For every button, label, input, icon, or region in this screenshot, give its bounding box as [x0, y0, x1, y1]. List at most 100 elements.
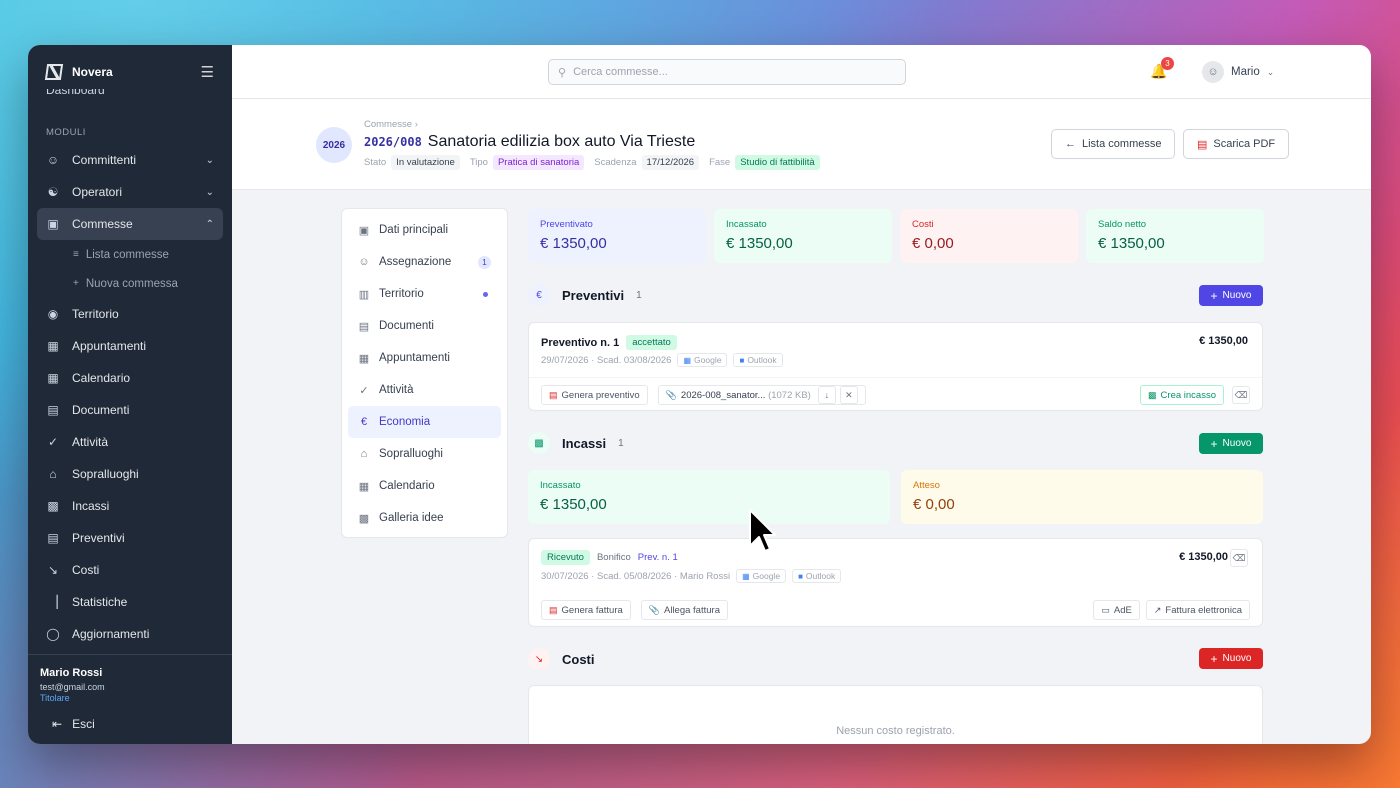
stat-label: Incassato	[540, 480, 581, 491]
status-badge: accettato	[626, 335, 677, 350]
google-calendar-tag[interactable]: ▦ Google	[677, 353, 728, 367]
sidebar-item-incassi[interactable]: ▩ Incassi	[28, 490, 232, 522]
sidebar-item-committenti[interactable]: ☺ Committenti ⌄	[28, 144, 232, 176]
sidebar-item-documenti[interactable]: ▤ Documenti	[28, 394, 232, 426]
download-icon[interactable]: ↓	[817, 386, 836, 404]
stat-label: Saldo netto	[1098, 219, 1147, 230]
commessa-code: 2026/008	[364, 135, 422, 149]
user-menu-name: Mario	[1231, 66, 1260, 78]
tab-calendario[interactable]: ▦ Calendario	[348, 470, 501, 502]
attachment-file[interactable]: 📎 2026-008_sanator... (1072 KB) ↓ ✕	[657, 385, 866, 405]
mouse-cursor-icon	[749, 509, 776, 552]
sidebar-item-commesse[interactable]: ▣ Commesse ⌃	[37, 208, 223, 240]
new-preventivo-button[interactable]: + Nuovo	[1199, 285, 1263, 306]
tab-documenti[interactable]: ▤ Documenti	[348, 310, 501, 342]
tab-economia[interactable]: € Economia	[348, 406, 501, 438]
tab-territorio[interactable]: ▥ Territorio	[348, 278, 501, 310]
plus-icon: +	[1210, 288, 1218, 303]
tab-attivita[interactable]: ✓ Attività	[348, 374, 501, 406]
preventivo-ref-link[interactable]: Prev. n. 1	[638, 552, 678, 563]
generate-preventivo-button[interactable]: ▤ Genera preventivo	[541, 385, 648, 405]
close-icon[interactable]: ✕	[839, 386, 858, 404]
electronic-invoice-button[interactable]: ↗ Fattura elettronica	[1145, 600, 1250, 620]
outlook-calendar-tag[interactable]: ■ Outlook	[792, 569, 842, 583]
card-title: Preventivo n. 1	[541, 336, 620, 349]
sidebar-item-operatori[interactable]: ☯ Operatori ⌄	[28, 176, 232, 208]
section-nav: ▣ Dati principali ☺ Assegnazione 1 ▥ Territo…	[341, 208, 508, 538]
sidebar-item-costi[interactable]: ↘ Costi	[28, 554, 232, 586]
cash-icon: ▩	[528, 432, 550, 454]
sidebar-subitem-lista-commesse[interactable]: ≡ Lista commesse	[28, 240, 232, 269]
pdf-icon: ▤	[549, 389, 558, 400]
sidebar-subitem-nuova-commessa[interactable]: + Nuova commessa	[28, 269, 232, 298]
sidebar-item-label: Sopralluoghi	[72, 467, 139, 481]
menu-toggle-icon[interactable]: ☰	[201, 63, 214, 81]
tab-assegnazione[interactable]: ☺ Assegnazione 1	[348, 246, 501, 278]
incasso-meta: 30/07/2026 · Scad. 05/08/2026 · Mario Ro…	[541, 569, 842, 583]
sidebar-item-aggiornamenti[interactable]: ◯ Aggiornamenti	[28, 618, 232, 650]
novera-logo-icon	[44, 64, 64, 80]
file-name: 2026-008_sanator...	[680, 389, 766, 401]
incasso-actions: ▤ Genera fattura 📎 Allega fattura ▭ AdE ↗ Fa…	[541, 600, 1250, 620]
tab-appuntamenti[interactable]: ▦ Appuntamenti	[348, 342, 501, 374]
create-incasso-button[interactable]: ▩ Crea incasso	[1140, 385, 1224, 405]
stat-preventivato: Preventivato € 1350,00	[528, 209, 706, 263]
new-costo-button[interactable]: + Nuovo	[1199, 648, 1263, 669]
section-title: Preventivi	[562, 287, 625, 303]
trash-icon[interactable]: ⌫	[1232, 386, 1250, 404]
sidebar-subitem-label: Lista commesse	[85, 248, 169, 261]
sidebar-item-label: Committenti	[72, 153, 137, 167]
document-icon: ▤	[358, 320, 370, 333]
calendar-icon: ▦	[358, 480, 370, 493]
outlook-calendar-tag[interactable]: ■ Outlook	[733, 353, 783, 367]
stat-value: € 1350,00	[1098, 235, 1165, 252]
map-icon: ▥	[358, 288, 370, 301]
section-preventivi: € Preventivi 1	[528, 284, 642, 306]
sidebar-item-statistiche[interactable]: ▕ Statistiche	[28, 586, 232, 618]
list-icon: ≡	[73, 249, 79, 260]
indicator-dot	[483, 291, 488, 297]
logout-icon: ⇤	[52, 717, 63, 731]
sidebar-item-dashboard-cut[interactable]: Dashboard	[46, 89, 105, 101]
tab-galleria-idee[interactable]: ▩ Galleria idee	[348, 502, 501, 534]
new-incasso-button[interactable]: + Nuovo	[1199, 433, 1263, 454]
sidebar-item-label: Costi	[72, 563, 100, 577]
sidebar-item-preventivi[interactable]: ▤ Preventivi	[28, 522, 232, 554]
google-calendar-tag[interactable]: ▦ Google	[736, 569, 787, 583]
check-circle-icon: ✓	[359, 384, 369, 397]
stat-costi: Costi € 0,00	[900, 209, 1078, 263]
stat-value: € 1350,00	[540, 496, 607, 513]
section-title: Costi	[562, 651, 595, 667]
generate-invoice-button[interactable]: ▤ Genera fattura	[541, 600, 631, 620]
cash-icon: ▩	[1148, 389, 1157, 400]
calendar-icon: ▦	[47, 371, 59, 385]
euro-icon: €	[360, 416, 368, 428]
ade-button[interactable]: ▭ AdE	[1093, 600, 1140, 620]
trend-down-icon: ↘	[47, 563, 59, 577]
sidebar-item-appuntamenti[interactable]: ▦ Appuntamenti	[28, 330, 232, 362]
tab-sopralluoghi[interactable]: ⌂ Sopralluoghi	[348, 438, 501, 470]
trash-icon[interactable]: ⌫	[1230, 549, 1248, 567]
file-size: (1072 KB)	[768, 389, 811, 401]
breadcrumb[interactable]: Commesse ›	[364, 119, 418, 130]
stat-saldo-netto: Saldo netto € 1350,00	[1086, 209, 1264, 263]
sidebar-item-calendario[interactable]: ▦ Calendario	[28, 362, 232, 394]
sidebar-user: Mario Rossi test@gmail.com Titolare ⇤ Es…	[28, 654, 232, 744]
preventivo-card: Preventivo n. 1 accettato € 1350,00 29/0…	[528, 322, 1263, 411]
breadcrumb-link[interactable]: Commesse	[364, 119, 412, 130]
meta-row: Stato In valutazione Tipo Pratica di san…	[364, 155, 830, 170]
search-input[interactable]: ⚲ Cerca commesse...	[548, 59, 906, 85]
sidebar-subitem-label: Nuova commessa	[85, 277, 178, 290]
tab-label: Calendario	[379, 480, 435, 492]
preventivo-right-actions: ▩ Crea incasso ⌫	[1140, 385, 1250, 405]
sidebar-item-sopralluoghi[interactable]: ⌂ Sopralluoghi	[28, 458, 232, 490]
attach-invoice-button[interactable]: 📎 Allega fattura	[640, 600, 728, 620]
logout-button[interactable]: ⇤ Esci	[40, 717, 220, 731]
list-commesse-button[interactable]: ← Lista commesse	[1051, 129, 1176, 159]
user-menu[interactable]: ☺ Mario ⌄	[1202, 61, 1274, 83]
sidebar-item-territorio[interactable]: ◉ Territorio	[28, 298, 232, 330]
download-pdf-button[interactable]: ▤ Scarica PDF	[1183, 129, 1290, 159]
section-count: 1	[618, 437, 624, 449]
tab-dati-principali[interactable]: ▣ Dati principali	[348, 214, 501, 246]
sidebar-item-attivita[interactable]: ✓ Attività	[28, 426, 232, 458]
